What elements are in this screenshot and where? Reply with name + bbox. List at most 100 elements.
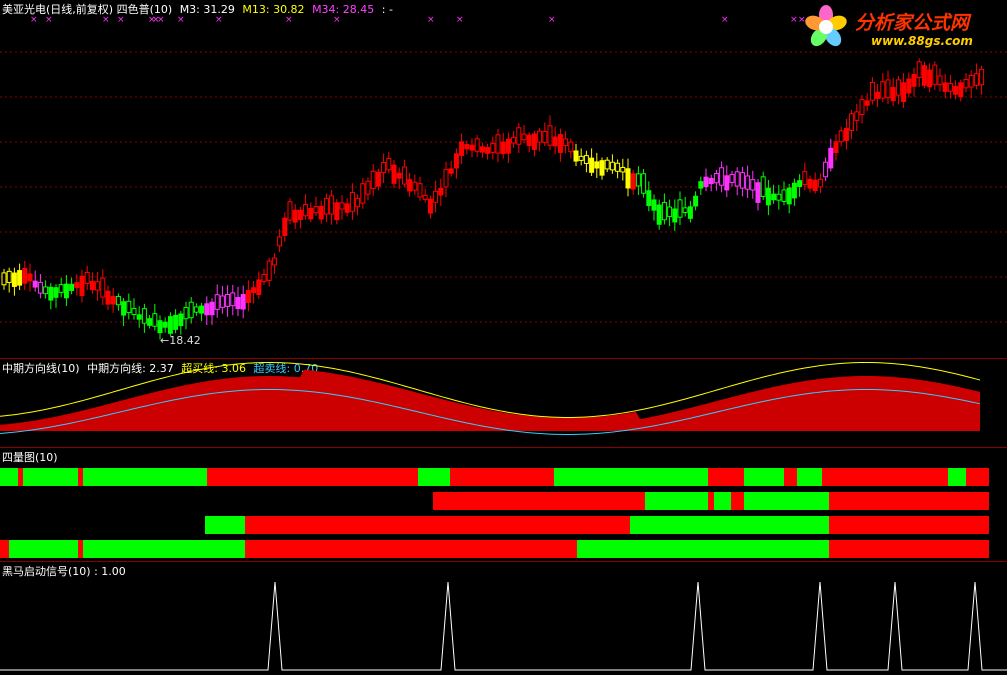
candle-body [849, 113, 855, 132]
candle-body [131, 307, 137, 315]
volume-bar-segment [83, 540, 245, 558]
candle-body [869, 81, 875, 101]
signal-marker-icon: × [456, 15, 464, 25]
volume-bar-segment [554, 468, 708, 486]
candle-body [677, 199, 683, 218]
candle-body [89, 280, 95, 291]
signal-marker-icon: × [117, 15, 125, 25]
candle-body [859, 99, 865, 115]
four-bar-pane[interactable]: 四量图(10) [0, 448, 1007, 561]
candle-body [807, 178, 813, 189]
candle-body [755, 182, 761, 203]
candle-body [22, 267, 28, 284]
volume-bar-segment [9, 540, 23, 558]
candle-body [126, 300, 132, 314]
candle-body [167, 316, 173, 334]
candle-body [817, 178, 823, 188]
candle-body [620, 166, 626, 173]
candle-body [667, 206, 673, 218]
volume-bar-segment [78, 468, 83, 486]
candle-body [43, 286, 49, 295]
signal-line [0, 581, 1007, 671]
candle-body [703, 176, 709, 188]
signal-marker-icon: × [30, 15, 38, 25]
candle-body [386, 158, 392, 171]
candle-body [823, 161, 829, 178]
volume-bar-segment [797, 468, 822, 486]
candle-body [916, 61, 922, 79]
logo-title: 分析家公式网 [855, 12, 970, 34]
candle-body [433, 190, 439, 203]
candle-body [214, 294, 220, 310]
candle-body [771, 193, 777, 201]
candle-body [963, 78, 969, 89]
candle-body [58, 284, 64, 293]
candle-body [173, 314, 179, 330]
candle-body [188, 301, 194, 319]
candle-body [521, 133, 527, 141]
candle-body [474, 138, 480, 152]
candle-body [760, 176, 766, 197]
direction-pane[interactable]: 中期方向线(10) 中期方向线: 2.37 超买线: 3.06 超卖线: 0.7… [0, 359, 1007, 447]
candle-body [729, 173, 735, 183]
main-chart-pane[interactable]: 美亚光电(日线,前复权) 四色普(10) M3: 31.29 M13: 30.8… [0, 0, 1007, 358]
four-bar-chart[interactable] [0, 448, 1007, 561]
candle-body [287, 201, 293, 221]
candle-body [890, 87, 896, 102]
candle-body [297, 209, 303, 221]
signal-marker-icon: × [548, 15, 556, 25]
direction-chart[interactable] [0, 359, 1007, 447]
candle-body [599, 160, 605, 176]
candle-body [459, 141, 465, 156]
volume-bar-segment [714, 492, 731, 510]
candle-body [355, 197, 361, 208]
candle-body [786, 187, 792, 205]
candle-body [365, 180, 371, 195]
candle-body [266, 260, 272, 281]
volume-bar-segment [0, 540, 9, 558]
candle-body [412, 181, 418, 191]
candle-body [947, 82, 953, 92]
site-logo: 分析家公式网 www.88gs.com [801, 2, 1001, 52]
candle-body [630, 173, 636, 190]
candle-body [381, 162, 387, 174]
candle-body [69, 283, 75, 291]
candle-body [968, 74, 974, 88]
candle-body [292, 209, 298, 223]
candle-body [32, 280, 38, 288]
candle-body [271, 257, 277, 266]
candle-body [568, 141, 574, 153]
volume-bar-segment [708, 492, 714, 510]
candle-body [147, 318, 153, 326]
candle-body [776, 193, 782, 201]
candle-body [407, 179, 413, 192]
direction-area-up [0, 369, 980, 431]
candle-body [422, 194, 428, 200]
candle-body [745, 175, 751, 190]
candle-body [646, 190, 652, 207]
candle-body [932, 64, 938, 85]
candle-body [942, 82, 948, 92]
volume-bar-segment [83, 468, 207, 486]
candle-body [516, 127, 522, 145]
candle-body [698, 181, 704, 189]
candle-body [282, 217, 288, 236]
candle-body [781, 189, 787, 202]
candle-body [344, 203, 350, 213]
candle-body [500, 141, 506, 155]
signal-marker-icon: × [102, 15, 110, 25]
candle-body [895, 79, 901, 96]
signal-chart[interactable] [0, 562, 1007, 675]
candle-body [396, 172, 402, 179]
signal-pane[interactable]: 黑马启动信号(10) : 1.00 [0, 562, 1007, 675]
candle-body [448, 168, 454, 174]
candle-body [875, 91, 881, 99]
candle-body [84, 271, 90, 284]
candle-body [609, 161, 615, 171]
volume-bar-segment [829, 540, 989, 558]
candle-body [901, 82, 907, 103]
signal-marker-icon: × [215, 15, 223, 25]
candle-body [110, 296, 116, 305]
candlestick-chart[interactable]: × × × × ××× × × × × × × × × × × [0, 0, 1007, 358]
candle-body [583, 155, 589, 164]
